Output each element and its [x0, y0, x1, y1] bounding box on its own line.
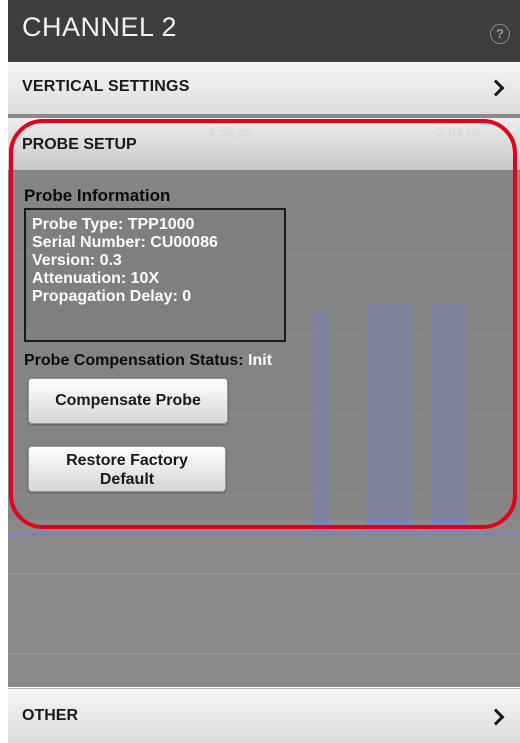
channel-settings-panel: CHANNEL 2 ? VERTICAL SETTINGS PROBE SETU…: [0, 0, 520, 743]
time-label-right: -2.64 µs: [433, 124, 481, 139]
serial-number: Serial Number: CU00086: [32, 234, 218, 251]
other-section[interactable]: OTHER: [8, 688, 520, 743]
probe-compensation-status: Probe Compensation Status: Init: [24, 352, 272, 370]
compensate-probe-button[interactable]: Compensate Probe: [28, 378, 228, 424]
panel-header: CHANNEL 2 ?: [8, 0, 520, 63]
vertical-settings-label: VERTICAL SETTINGS: [22, 78, 190, 95]
restore-button-line1: Restore Factory: [66, 452, 188, 469]
chevron-right-icon: [490, 709, 502, 727]
panel-title: CHANNEL 2: [22, 12, 178, 42]
restore-factory-default-button[interactable]: Restore Factory Default: [28, 446, 226, 492]
restore-button-line2: Default: [99, 471, 155, 488]
probe-setup-content: Probe Information Probe Type: TPP1000 Se…: [8, 170, 520, 520]
other-label: OTHER: [22, 707, 78, 724]
probe-information-box: Probe Type: TPP1000 Serial Number: CU000…: [24, 208, 286, 342]
compensation-status-label: Probe Compensation Status:: [24, 352, 244, 369]
propagation-delay: Propagation Delay: 0: [32, 288, 192, 305]
time-label-left: -3.52 µs: [204, 124, 252, 139]
probe-setup-label: PROBE SETUP: [22, 136, 137, 153]
attenuation: Attenuation: 10X: [32, 270, 160, 287]
version: Version: 0.3: [32, 252, 122, 269]
help-icon[interactable]: ?: [490, 24, 510, 44]
probe-information-title: Probe Information: [24, 186, 171, 205]
compensation-status-value: Init: [248, 352, 273, 369]
chevron-right-icon: [490, 80, 502, 98]
probe-type: Probe Type: TPP1000: [32, 216, 195, 233]
compensate-probe-label: Compensate Probe: [55, 392, 201, 409]
vertical-settings-section[interactable]: VERTICAL SETTINGS: [8, 62, 520, 115]
probe-setup-header[interactable]: PROBE SETUP -3.52 µs -2.64 µs: [8, 118, 520, 170]
